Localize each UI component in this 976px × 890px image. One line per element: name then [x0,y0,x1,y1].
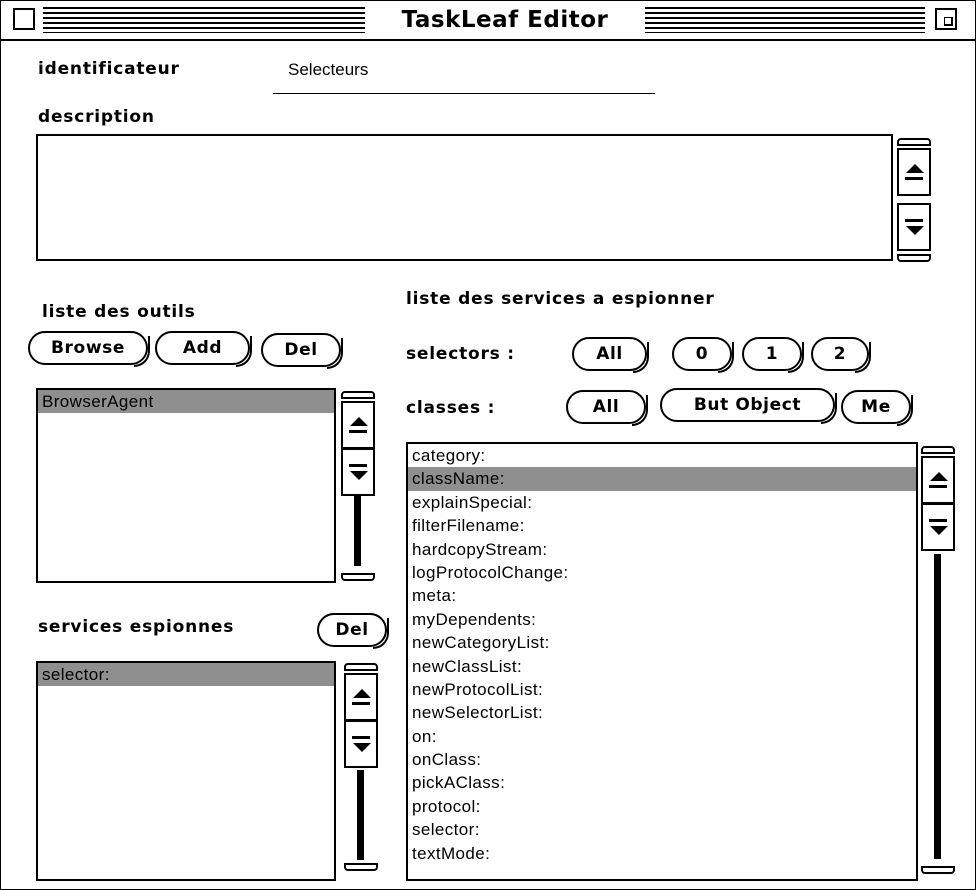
window-title: TaskLeaf Editor [365,5,645,35]
add-tool-button[interactable]: Add [155,331,252,367]
scrollbar-cap-bottom [344,863,378,871]
description-label: description [38,107,155,127]
tools-list-label: liste des outils [42,302,196,322]
list-item[interactable]: selector: [38,663,334,687]
scroll-down-arrow-icon[interactable] [344,720,378,768]
list-item[interactable]: newCategoryList: [408,631,916,654]
spied-services-scrollbar[interactable] [344,663,378,881]
zoom-box-icon[interactable] [935,8,957,30]
spied-services-listbox[interactable]: selector: [36,661,336,881]
list-item[interactable]: selector: [408,818,916,841]
services-listbox[interactable]: category: className: explainSpecial: filter… [406,442,918,881]
scroll-down-arrow-icon[interactable] [921,503,955,551]
list-item[interactable]: on: [408,725,916,748]
services-list: category: className: explainSpecial: filter… [408,444,916,865]
list-item[interactable]: logProtocolChange: [408,561,916,584]
description-textarea[interactable] [36,134,893,261]
browse-button[interactable]: Browse [28,331,150,367]
scrollbar-cap-top [341,391,375,399]
scrollbar-cap-bottom [897,254,931,262]
services-scrollbar[interactable] [921,446,955,881]
selectors-all-button[interactable]: All [572,337,649,373]
scroll-up-arrow-icon[interactable] [344,673,378,721]
selectors-0-button[interactable]: 0 [672,337,734,373]
list-item[interactable]: BrowserAgent [38,390,334,414]
title-stripes-right [645,7,925,33]
list-item[interactable]: myDependents: [408,608,916,631]
scroll-thumb[interactable] [354,496,361,566]
list-item[interactable]: protocol: [408,795,916,818]
identifier-underline [273,93,655,94]
classes-me-button[interactable]: Me [841,390,913,426]
scrollbar-cap-bottom [921,866,955,874]
classes-label: classes : [406,398,496,418]
scroll-thumb[interactable] [934,554,941,859]
scroll-down-arrow-icon[interactable] [341,448,375,496]
tasklet-editor-window: TaskLeaf Editor identificateur Selecteur… [0,0,976,890]
scrollbar-cap-top [897,138,931,146]
scroll-thumb[interactable] [357,770,364,860]
services-list-label: liste des services a espionner [406,289,715,309]
scroll-down-arrow-icon[interactable] [897,203,931,251]
identifier-field[interactable]: Selecteurs [288,60,368,80]
selectors-1-button[interactable]: 1 [742,337,804,373]
description-scrollbar[interactable] [897,138,931,262]
list-item[interactable]: meta: [408,584,916,607]
spied-services-list: selector: [38,663,334,687]
list-item[interactable]: onClass: [408,748,916,771]
tools-scrollbar[interactable] [341,391,375,583]
tools-listbox[interactable]: BrowserAgent [36,388,336,583]
list-item[interactable]: newSelectorList: [408,701,916,724]
title-bar[interactable]: TaskLeaf Editor [1,1,975,41]
scroll-up-arrow-icon[interactable] [897,148,931,196]
classes-all-button[interactable]: All [566,390,648,426]
classes-but-object-button[interactable]: But Object [660,388,837,424]
scrollbar-cap-top [344,663,378,671]
list-item[interactable]: explainSpecial: [408,491,916,514]
selectors-label: selectors : [406,344,515,364]
list-item[interactable]: newClassList: [408,655,916,678]
list-item[interactable]: textMode: [408,842,916,865]
list-item[interactable]: pickAClass: [408,771,916,794]
scroll-up-arrow-icon[interactable] [921,456,955,504]
list-item[interactable]: newProtocolList: [408,678,916,701]
close-box-icon[interactable] [13,8,35,30]
spied-services-label: services espionnes [38,617,235,637]
list-item[interactable]: className: [408,467,916,491]
scrollbar-cap-bottom [341,573,375,581]
title-stripes-left [43,7,365,33]
delete-tool-button[interactable]: Del [261,333,343,369]
list-item[interactable]: hardcopyStream: [408,538,916,561]
scrollbar-cap-top [921,446,955,454]
scroll-up-arrow-icon[interactable] [341,401,375,449]
list-item[interactable]: category: [408,444,916,467]
tools-list: BrowserAgent [38,390,334,414]
delete-spied-service-button[interactable]: Del [317,613,389,649]
selectors-2-button[interactable]: 2 [811,337,871,373]
list-item[interactable]: filterFilename: [408,514,916,537]
identifier-label: identificateur [38,59,180,79]
